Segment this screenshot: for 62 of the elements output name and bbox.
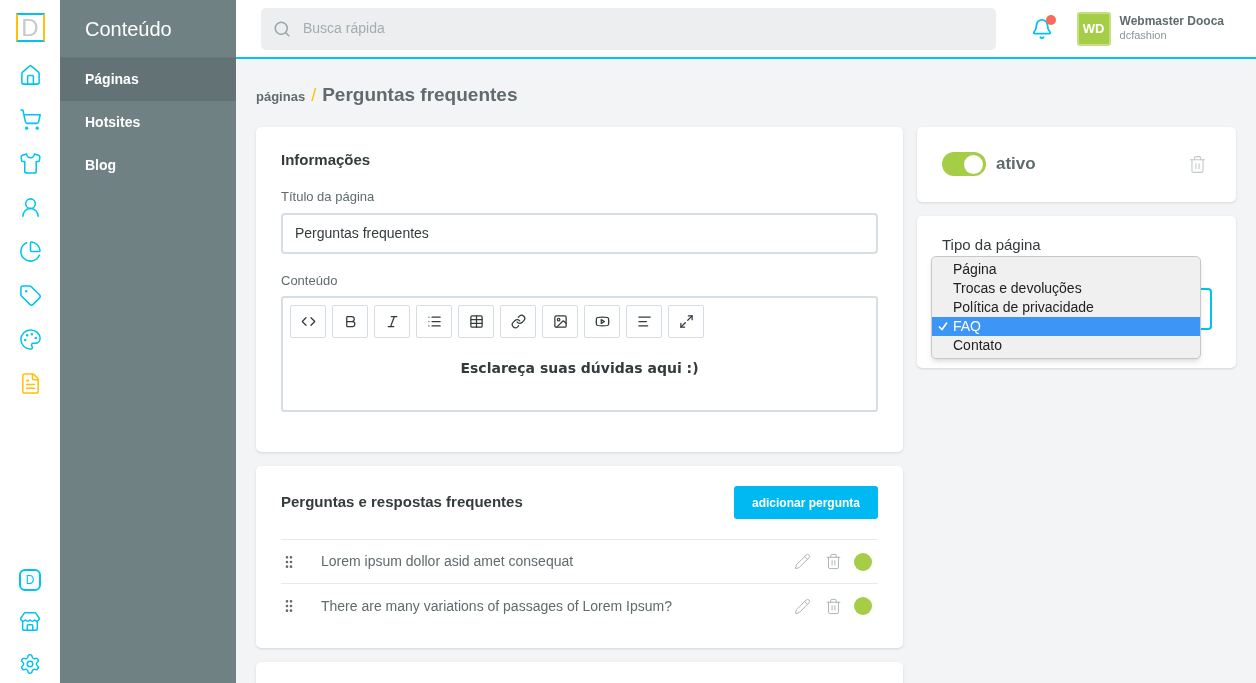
sidebar-title: Conteúdo [85,16,172,42]
align-left-icon [636,314,652,329]
search-field[interactable]: Busca rápida [261,7,996,50]
sidebar-item[interactable]: Hotsites [60,101,236,144]
user-name: Webmaster Dooca [1119,14,1224,30]
title-input[interactable]: Perguntas frequentes [281,212,878,254]
image-button[interactable] [542,305,578,338]
question-text: Lorem ipsum dollor asid amet consequat [321,552,575,571]
list-icon [426,314,442,329]
notification-button[interactable] [1030,17,1053,40]
link-icon [510,314,526,329]
card-title: Informações [281,149,372,170]
shirt-icon[interactable] [17,150,43,176]
active-toggle[interactable] [942,152,986,176]
store-name: dcfashion [1119,29,1168,43]
settings-icon[interactable] [19,653,41,675]
delete-icon[interactable] [825,597,842,615]
video-icon [594,314,610,329]
table-icon [468,314,484,329]
edit-icon[interactable] [794,553,811,570]
field-label: Tipo da página [942,235,1042,254]
page-title: Perguntas frequentes [322,83,518,107]
check-icon [937,321,948,331]
code-icon [300,314,316,329]
palette-icon[interactable] [17,326,43,352]
italic-icon [384,314,400,329]
store-icon[interactable] [19,611,41,633]
sidebar-item[interactable]: Blog [60,144,236,187]
editor-text: Esclareça suas dúvidas aqui :) [460,359,699,378]
breadcrumb-link[interactable]: páginas [256,87,306,107]
delete-icon[interactable] [1188,154,1207,174]
italic-button[interactable] [374,305,410,338]
question-text: There are many variations of passages of Lorem Ipsum? [321,596,673,616]
field-label: Título da página [281,188,376,206]
table-button[interactable] [458,305,494,338]
link-button[interactable] [500,305,536,338]
card-title: Perguntas e respostas frequentes [281,492,523,513]
dropdown-option[interactable]: Página [932,259,1200,279]
dropdown-option[interactable]: FAQ [932,316,1200,336]
dropdown-option[interactable]: Política de privacidade [932,297,1200,317]
image-icon [552,314,568,329]
dropdown-option[interactable]: Trocas e devoluções [932,278,1200,298]
sidebar-item[interactable]: Páginas [60,58,236,101]
align-button[interactable] [626,305,662,338]
editor[interactable]: Esclareça suas dúvidas aqui :) [281,296,878,412]
dropdown-option[interactable]: Contato [932,335,1200,355]
field-label: Conteúdo [281,271,339,290]
bold-button[interactable] [332,305,368,338]
code-button[interactable] [290,305,326,338]
video-button[interactable] [584,305,620,338]
expand-icon [678,314,694,329]
breadcrumb-separator: / [311,84,317,107]
pie-chart-icon[interactable] [17,238,43,264]
tag-icon[interactable] [17,282,43,308]
delete-icon[interactable] [825,553,842,570]
search-input[interactable]: Busca rápida [303,18,984,39]
list-button[interactable] [416,305,452,338]
status-label: ativo [996,153,1036,176]
expand-button[interactable] [668,305,704,338]
cart-icon[interactable] [17,106,43,132]
edit-icon[interactable] [794,597,811,615]
search-icon [273,19,291,38]
